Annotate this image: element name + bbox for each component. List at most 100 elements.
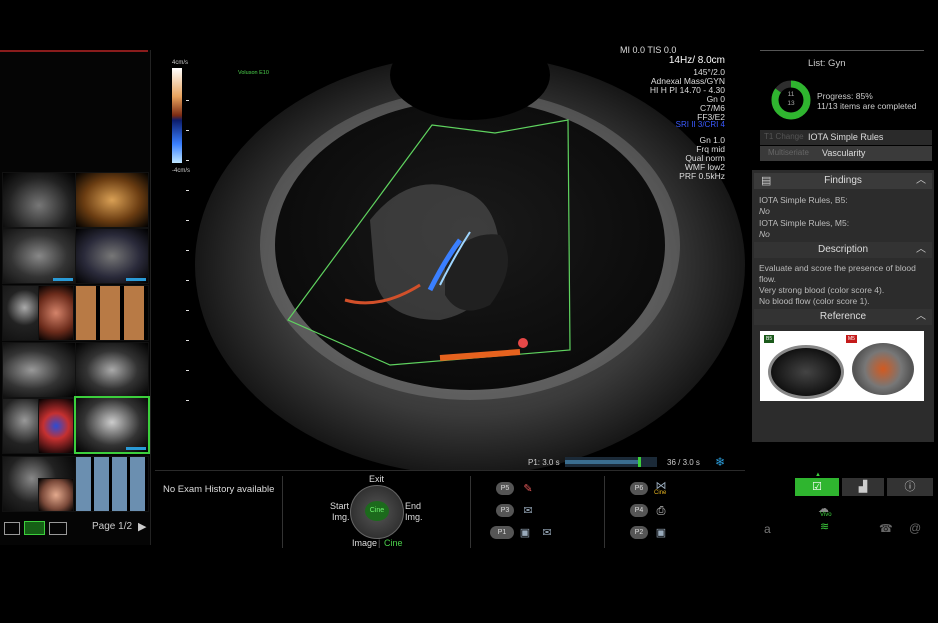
thumbnail-7[interactable] xyxy=(75,285,149,341)
description-header[interactable]: Description ︿ xyxy=(754,242,932,258)
cine-fill xyxy=(565,460,639,464)
wifi-icon[interactable]: ≋ xyxy=(820,520,829,533)
row2-value: Vascularity xyxy=(822,148,866,158)
malignant-cyst xyxy=(852,343,914,395)
cine-dial[interactable]: Cine xyxy=(350,485,404,539)
print-icon[interactable]: ⎙ xyxy=(654,504,668,518)
panel-accent-line xyxy=(0,50,148,52)
tab-charts[interactable]: ▟ xyxy=(842,478,884,496)
description-title: Description xyxy=(817,244,869,255)
rule-row-1[interactable]: T1 Change IOTA Simple Rules xyxy=(760,130,932,145)
chevron-up-icon[interactable]: ︿ xyxy=(916,242,926,258)
finding-1-value: No xyxy=(759,206,770,216)
start-img-label[interactable]: Img. xyxy=(332,512,350,522)
desc-line-1b: flow. xyxy=(759,274,777,284)
row2-key: Multiseriate xyxy=(768,148,809,157)
cine-label[interactable]: Cine xyxy=(384,538,403,548)
snowflake-icon[interactable]: ❄ xyxy=(715,455,725,469)
p5-button[interactable]: P5 xyxy=(496,482,514,495)
page-label: Page 1/2 xyxy=(92,521,133,532)
items-text: 11/13 items are completed xyxy=(817,101,917,111)
end-label[interactable]: End xyxy=(405,501,421,511)
ref-b-tag: B5 xyxy=(764,335,775,343)
divider xyxy=(604,476,605,548)
p3-button[interactable]: P3 xyxy=(496,504,514,517)
layout-single-button[interactable] xyxy=(4,522,20,535)
at-label: @ xyxy=(909,521,922,535)
reference-malignant[interactable]: M5 xyxy=(846,335,920,397)
benign-cyst xyxy=(768,345,844,399)
thumbnail-9[interactable] xyxy=(75,342,149,398)
thumbnail-8[interactable] xyxy=(2,342,76,398)
findings-header[interactable]: ▤ Findings ︿ xyxy=(754,173,932,189)
reference-header[interactable]: Reference ︿ xyxy=(754,309,932,325)
exam-history-label: No Exam History available xyxy=(163,484,275,495)
tab-checklist[interactable]: ☑ xyxy=(795,478,839,496)
cine-frames: 36 / 3.0 s xyxy=(667,458,700,467)
list-label: List: Gyn xyxy=(808,58,846,69)
cine-dial-center[interactable]: Cine xyxy=(365,501,389,521)
a-label: a xyxy=(764,522,771,536)
header-trunc: MI 0.0 TIS 0.0 xyxy=(620,45,677,55)
next-page-icon[interactable]: ▶ xyxy=(138,520,146,533)
thumbnail-1[interactable] xyxy=(2,172,76,228)
layout-grid-button[interactable] xyxy=(24,521,45,535)
thumb-bar xyxy=(126,278,146,281)
export-icon[interactable]: ✉ xyxy=(540,526,554,540)
thumbnail-2[interactable] xyxy=(75,172,149,228)
thumb-bar xyxy=(126,447,146,450)
chevron-up-icon[interactable]: ︿ xyxy=(916,173,926,189)
finding-1-label: IOTA Simple Rules, B5: xyxy=(759,195,848,205)
desc-line-3: No blood flow (color score 1). xyxy=(759,296,870,306)
row1-value: IOTA Simple Rules xyxy=(808,132,884,142)
image-label[interactable]: Image xyxy=(352,538,377,548)
scale-top: 4cm/s xyxy=(172,60,189,66)
right-top-line xyxy=(760,50,924,51)
findings-panel xyxy=(752,170,934,442)
param-freq: 14Hz/ 8.0cm xyxy=(668,55,725,66)
phone-icon[interactable]: ☎ xyxy=(879,522,893,535)
rule-row-2[interactable]: Multiseriate Vascularity xyxy=(760,146,932,161)
cine-marker xyxy=(638,457,641,467)
p2-button[interactable]: P2 xyxy=(630,526,648,539)
layout-list-button[interactable] xyxy=(49,522,67,535)
end-img-label[interactable]: Img. xyxy=(405,512,423,522)
save-icon[interactable]: ▣ xyxy=(518,526,532,540)
ultrasound-svg xyxy=(195,30,745,475)
thumbnail-13[interactable] xyxy=(38,478,74,512)
thumbnail-14[interactable] xyxy=(75,456,149,512)
thumbnail-3[interactable] xyxy=(2,228,76,284)
exit-label[interactable]: Exit xyxy=(369,474,384,484)
reference-images: B5 M5 xyxy=(760,331,924,401)
mail-icon[interactable]: ✉ xyxy=(521,504,535,518)
thumbnail-selected[interactable] xyxy=(74,396,150,454)
p4-button[interactable]: P4 xyxy=(630,504,648,517)
progress-text: Progress: 85% xyxy=(817,91,873,101)
cine-small-label: Cine xyxy=(654,490,667,496)
cine-track[interactable] xyxy=(565,457,657,467)
ring-top: 11 xyxy=(787,91,795,98)
chevron-up-icon[interactable]: ︿ xyxy=(916,309,926,325)
thumbnail-4[interactable] xyxy=(75,228,149,284)
param-prf: PRF 0.5kHz xyxy=(679,171,725,181)
save-icon-2[interactable]: ▣ xyxy=(654,526,668,540)
label-separator: | xyxy=(378,538,381,548)
thumbnail-11[interactable] xyxy=(38,398,74,454)
reference-benign[interactable]: B5 xyxy=(764,335,844,399)
finding-2-value: No xyxy=(759,229,770,239)
thumb-bar xyxy=(53,278,73,281)
p1-button[interactable]: P1 xyxy=(490,526,514,539)
thumbnail-6[interactable] xyxy=(38,285,74,341)
start-label[interactable]: Start xyxy=(330,501,349,511)
vivo-label: Vivo xyxy=(820,512,832,518)
chart-icon: ▟ xyxy=(858,481,868,493)
findings-title: Findings xyxy=(824,175,862,186)
pen-icon[interactable]: ✎ xyxy=(521,482,535,496)
p6-button[interactable]: P6 xyxy=(630,482,648,495)
ultrasound-image[interactable] xyxy=(170,30,752,475)
ref-m-tag: M5 xyxy=(846,335,857,343)
tab-info[interactable]: ⓘ xyxy=(887,478,933,496)
image-tag: Voluson E10 xyxy=(238,70,269,76)
desc-line-1: Evaluate and score the presence of blood xyxy=(759,263,916,273)
desc-line-2: Very strong blood (color score 4). xyxy=(759,285,885,295)
